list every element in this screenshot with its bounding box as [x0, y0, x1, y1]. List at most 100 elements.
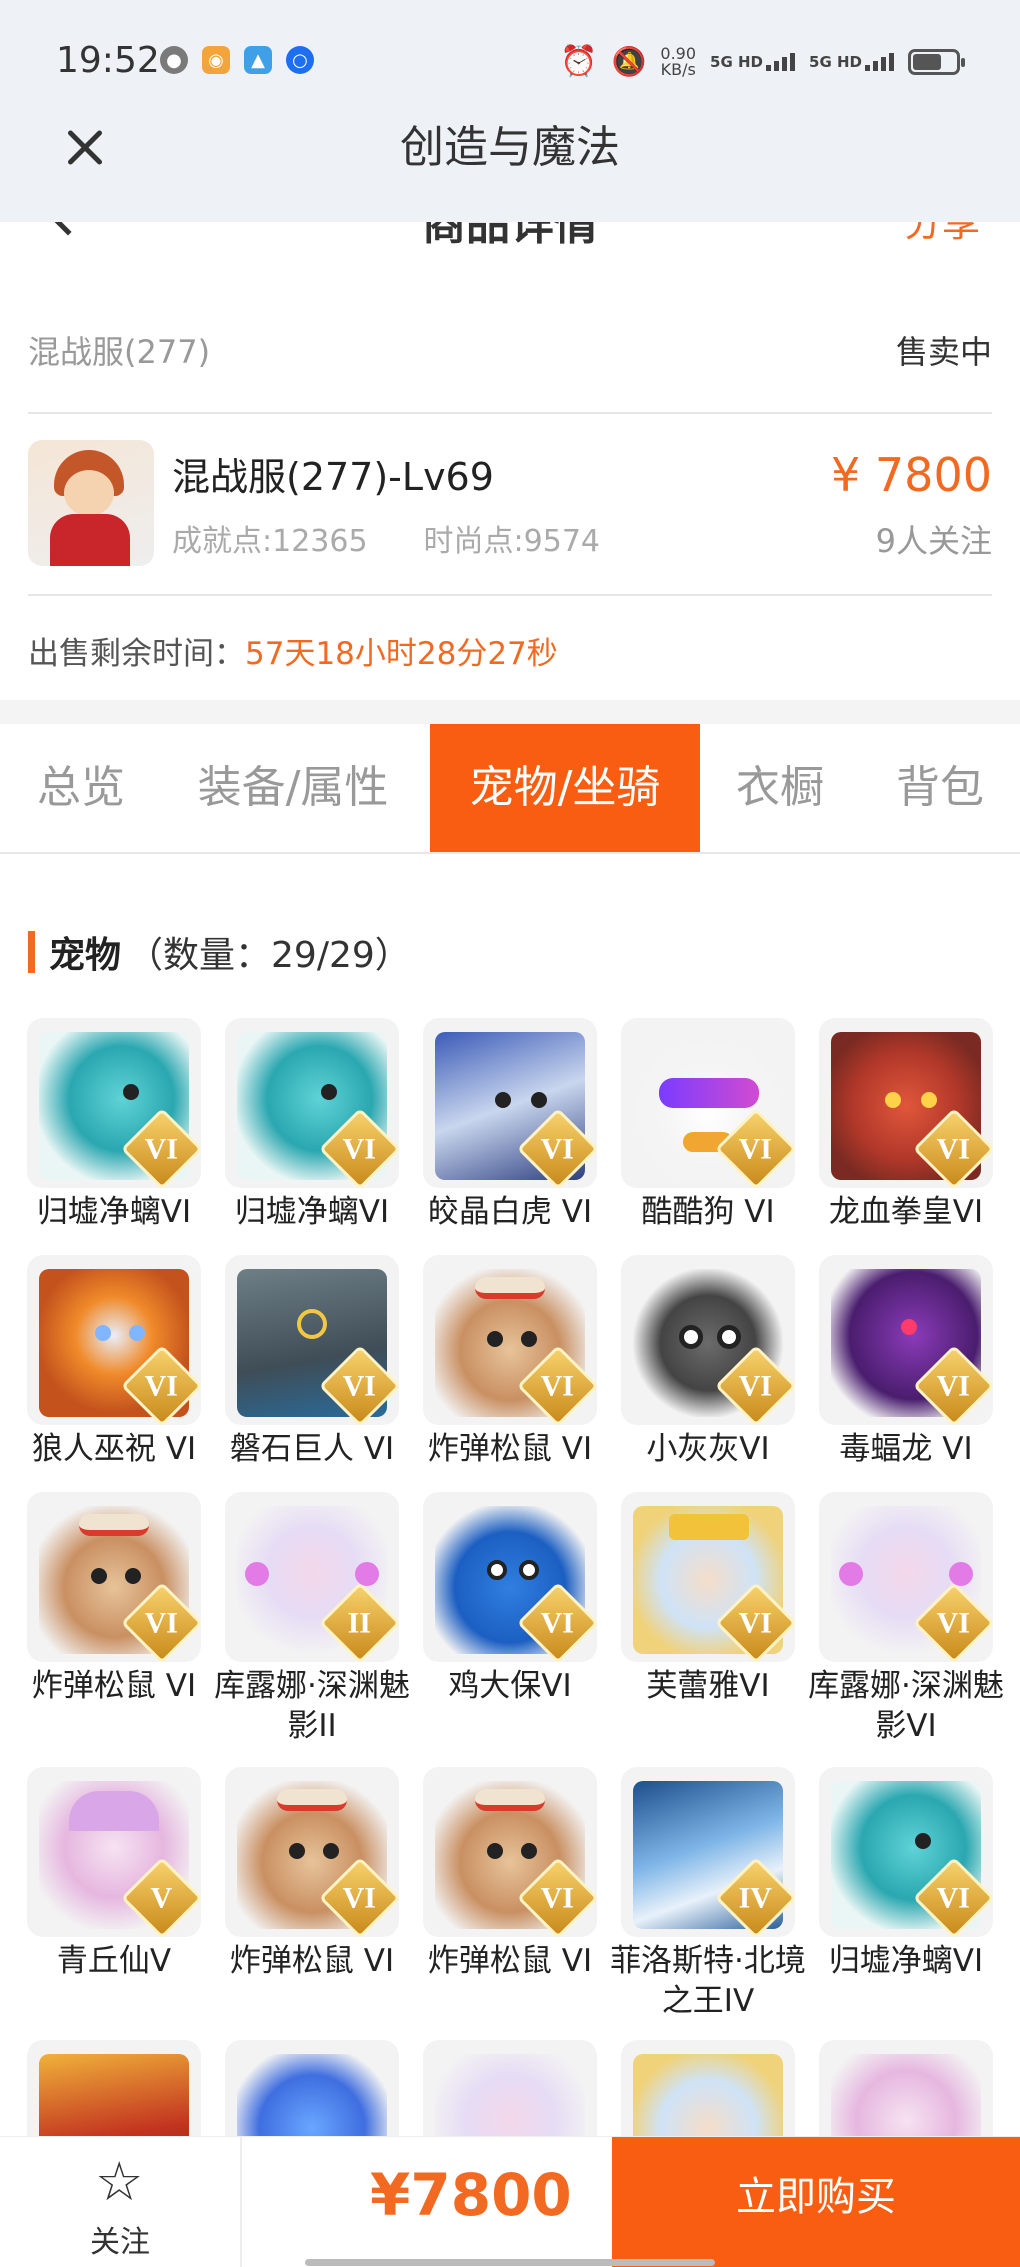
- page-header: 商品详情 分享: [0, 222, 1020, 252]
- pet-name: 库露娜·深渊魅影VI: [808, 1668, 1004, 1744]
- pet-name: 归墟净螭VI: [234, 1194, 390, 1230]
- pet-card[interactable]: VI 皎晶白虎 VI: [423, 1018, 597, 1232]
- pet-name: 炸弹松鼠 VI: [427, 1943, 593, 1979]
- item-stats: 成就点:12365 时尚点:9574: [172, 516, 600, 560]
- weibo-icon: ◉: [202, 46, 230, 74]
- tab-backpack[interactable]: 背包: [870, 724, 1010, 852]
- pet-card[interactable]: IV 菲洛斯特·北境之王IV: [610, 1767, 806, 2021]
- fashion-points: 时尚点:9574: [423, 524, 601, 559]
- mute-icon: 🔕: [611, 45, 647, 78]
- pet-name: 酷酷狗 VI: [641, 1194, 775, 1230]
- pet-thumbnail: VI: [423, 1018, 597, 1188]
- pet-card[interactable]: VI 毒蝠龙 VI: [819, 1255, 993, 1469]
- buy-now-button[interactable]: 立即购买: [612, 2137, 1020, 2267]
- pet-thumbnail: VI: [423, 1492, 597, 1662]
- share-button[interactable]: 分享: [904, 222, 980, 247]
- section-count: （数量：29/29）: [127, 935, 411, 976]
- remaining-label: 出售剩余时间：: [28, 636, 245, 672]
- app-title: 创造与魔法: [400, 122, 620, 173]
- status-bar: 19:52 ● ◉ ▲ ○ ⏰ 🔕 0.90 KB/s 5G HD 5G HD: [0, 0, 1020, 120]
- tab-overview[interactable]: 总览: [0, 724, 162, 852]
- pet-thumbnail: VI: [621, 1255, 795, 1425]
- pet-card[interactable]: VI 鸡大保VI: [423, 1492, 597, 1706]
- item-summary: 混战服(277)-Lv69 成就点:12365 时尚点:9574 ¥ 7800 …: [28, 440, 992, 570]
- pet-name: 库露娜·深渊魅影II: [214, 1668, 410, 1744]
- page-title: 商品详情: [422, 222, 598, 250]
- follow-label: 关注: [90, 2225, 150, 2260]
- divider: [28, 594, 992, 596]
- pet-name: 归墟净螭VI: [828, 1943, 984, 1979]
- pet-thumbnail: VI: [225, 1018, 399, 1188]
- alarm-icon: ⏰: [560, 44, 598, 79]
- item-price: ¥ 7800: [831, 448, 992, 502]
- pet-name: 芙蕾雅VI: [646, 1668, 770, 1704]
- wechat-icon: ●: [160, 46, 188, 74]
- pet-name: 小灰灰VI: [646, 1431, 770, 1467]
- pet-card[interactable]: II 库露娜·深渊魅影II: [214, 1492, 410, 1746]
- section-title: 宠物 （数量：29/29）: [28, 924, 411, 980]
- pet-name: 菲洛斯特·北境之王IV: [610, 1943, 806, 2019]
- star-icon: ☆: [95, 2150, 144, 2213]
- pet-card[interactable]: V 青丘仙V: [27, 1767, 201, 1981]
- pet-thumbnail: VI: [819, 1255, 993, 1425]
- pet-thumbnail: VI: [27, 1018, 201, 1188]
- pet-name: 炸弹松鼠 VI: [427, 1431, 593, 1467]
- pet-thumbnail: VI: [621, 1492, 795, 1662]
- pet-thumbnail: VI: [225, 1255, 399, 1425]
- app-icon: ▲: [244, 46, 272, 74]
- remaining-time: 出售剩余时间：57天18小时28分27秒: [28, 628, 558, 673]
- pet-card[interactable]: VI 小灰灰VI: [621, 1255, 795, 1469]
- pet-name: 青丘仙V: [56, 1943, 172, 1979]
- pet-thumbnail: VI: [27, 1255, 201, 1425]
- pet-thumbnail: VI: [621, 1018, 795, 1188]
- tab-equipment[interactable]: 装备/属性: [178, 724, 408, 852]
- tab-pets-mounts[interactable]: 宠物/坐骑: [430, 724, 700, 852]
- pet-card[interactable]: VI 炸弹松鼠 VI: [27, 1492, 201, 1706]
- pet-card[interactable]: VI 芙蕾雅VI: [621, 1492, 795, 1706]
- pet-thumbnail: II: [225, 1492, 399, 1662]
- seller-row: 混战服(277) 售卖中: [28, 322, 992, 378]
- pet-name: 归墟净螭VI: [36, 1194, 192, 1230]
- server-name: 混战服(277): [28, 333, 211, 371]
- pet-card[interactable]: VI 归墟净螭VI: [819, 1767, 993, 1981]
- pet-thumbnail: VI: [423, 1255, 597, 1425]
- pet-thumbnail: VI: [819, 1767, 993, 1937]
- pet-thumbnail: VI: [819, 1492, 993, 1662]
- pet-card[interactable]: VI 磐石巨人 VI: [225, 1255, 399, 1469]
- pet-thumbnail: VI: [225, 1767, 399, 1937]
- item-name: 混战服(277)-Lv69: [172, 455, 494, 499]
- section-name: 宠物: [49, 935, 122, 976]
- pet-name: 炸弹松鼠 VI: [229, 1943, 395, 1979]
- remaining-value: 57天18小时28分27秒: [245, 636, 558, 672]
- pet-thumbnail: VI: [423, 1767, 597, 1937]
- battery-icon: [908, 48, 965, 75]
- tab-bar: 总览 装备/属性 宠物/坐骑 衣橱 背包: [0, 724, 1020, 854]
- pet-name: 狼人巫祝 VI: [31, 1431, 197, 1467]
- pet-card[interactable]: VI 归墟净螭VI: [27, 1018, 201, 1232]
- pet-card[interactable]: VI 归墟净螭VI: [225, 1018, 399, 1232]
- pet-card[interactable]: VI 炸弹松鼠 VI: [225, 1767, 399, 1981]
- pet-card[interactable]: VI 炸弹松鼠 VI: [423, 1767, 597, 1981]
- signal-2: 5G HD: [809, 52, 894, 71]
- pet-card[interactable]: VI 库露娜·深渊魅影VI: [808, 1492, 1004, 1746]
- pet-name: 龙血拳皇VI: [828, 1194, 984, 1230]
- signal-icon: [766, 52, 796, 71]
- section-gap: [0, 700, 1020, 724]
- tab-wardrobe[interactable]: 衣橱: [710, 724, 850, 852]
- sale-status: 售卖中: [895, 333, 992, 371]
- pet-name: 磐石巨人 VI: [229, 1431, 395, 1467]
- net-speed: 0.90 KB/s: [660, 43, 697, 79]
- system-icons: ⏰ 🔕 0.90 KB/s 5G HD 5G HD: [560, 43, 965, 79]
- pet-card[interactable]: VI 酷酷狗 VI: [621, 1018, 795, 1232]
- pet-name: 毒蝠龙 VI: [839, 1431, 973, 1467]
- pet-card[interactable]: VI 狼人巫祝 VI: [27, 1255, 201, 1469]
- section-accent: [28, 931, 35, 973]
- pet-name: 炸弹松鼠 VI: [31, 1668, 197, 1704]
- pet-thumbnail: V: [27, 1767, 201, 1937]
- pet-thumbnail: VI: [819, 1018, 993, 1188]
- home-indicator[interactable]: [305, 2259, 715, 2266]
- pet-card[interactable]: VI 炸弹松鼠 VI: [423, 1255, 597, 1469]
- follow-button[interactable]: ☆ 关注: [0, 2137, 242, 2267]
- bottom-price: ¥7800: [370, 2161, 572, 2229]
- pet-card[interactable]: VI 龙血拳皇VI: [819, 1018, 993, 1232]
